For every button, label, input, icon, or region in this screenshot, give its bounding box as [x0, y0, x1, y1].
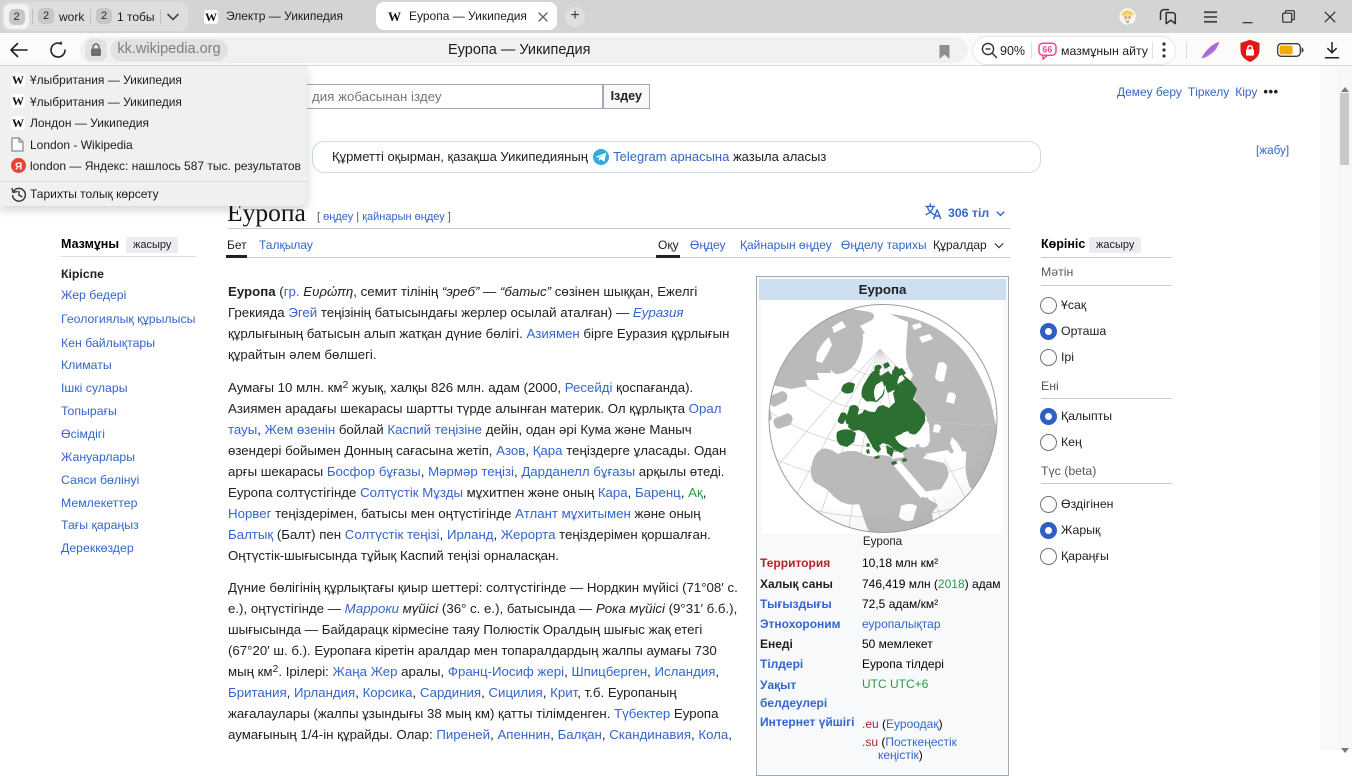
- svg-text:66: 66: [1042, 45, 1052, 55]
- svg-text:Я: Я: [15, 161, 22, 172]
